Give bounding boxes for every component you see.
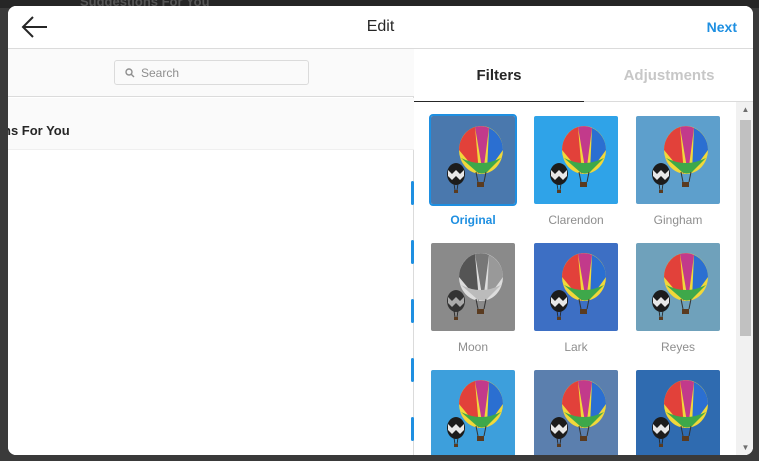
filter-thumbnail — [534, 370, 618, 455]
tab-adjustments[interactable]: Adjustments — [584, 49, 753, 102]
filter-thumbnail — [429, 114, 517, 206]
filter-grid: Original Clarendon Gingham Moon Lark Reyes — [414, 102, 736, 455]
filter-label: Lark — [564, 340, 588, 354]
filter-option[interactable] — [431, 370, 515, 455]
scrollbar[interactable]: ▲ ▼ — [736, 102, 753, 455]
suggestions-header: ns For You — [8, 98, 414, 150]
filter-option[interactable]: Clarendon — [534, 116, 618, 227]
scroll-thumb[interactable] — [740, 120, 751, 336]
filter-label: Clarendon — [548, 213, 604, 227]
left-pane: Search ns For You — [8, 49, 414, 455]
next-button[interactable]: Next — [707, 19, 737, 35]
filter-thumbnail — [636, 116, 720, 204]
filter-option[interactable]: Reyes — [636, 243, 720, 354]
search-bar-area: Search — [8, 49, 414, 97]
suggestions-label: ns For You — [8, 123, 70, 138]
filter-thumbnail — [534, 243, 618, 331]
filter-option[interactable] — [534, 370, 618, 455]
filter-thumbnail — [431, 243, 515, 331]
tab-filters[interactable]: Filters — [414, 49, 584, 102]
scroll-down-icon[interactable]: ▼ — [740, 442, 751, 453]
edit-modal: Edit Next Search ns For You Filters Adju… — [8, 6, 753, 455]
filter-option[interactable]: Moon — [431, 243, 515, 354]
scroll-up-icon[interactable]: ▲ — [740, 104, 751, 115]
tab-bar: Filters Adjustments — [414, 49, 753, 102]
filter-label: Moon — [457, 340, 489, 354]
filter-thumbnail — [534, 116, 618, 204]
filter-option[interactable]: Lark — [534, 243, 618, 354]
header: Edit Next — [8, 6, 753, 49]
filter-option[interactable] — [636, 370, 720, 455]
filter-thumbnail — [431, 370, 515, 455]
filter-label: Original — [450, 213, 496, 227]
filter-thumbnail — [636, 243, 720, 331]
search-icon — [125, 67, 135, 77]
search-placeholder: Search — [141, 65, 180, 80]
filter-option[interactable]: Original — [429, 114, 517, 227]
page-title: Edit — [366, 18, 395, 35]
filter-option[interactable]: Gingham — [636, 116, 720, 227]
filter-label: Gingham — [653, 213, 703, 227]
filter-thumbnail — [636, 370, 720, 455]
search-input[interactable]: Search — [114, 60, 309, 85]
right-pane: Filters Adjustments Original Clarendon Gin… — [414, 49, 753, 455]
filter-label: Reyes — [660, 340, 695, 354]
